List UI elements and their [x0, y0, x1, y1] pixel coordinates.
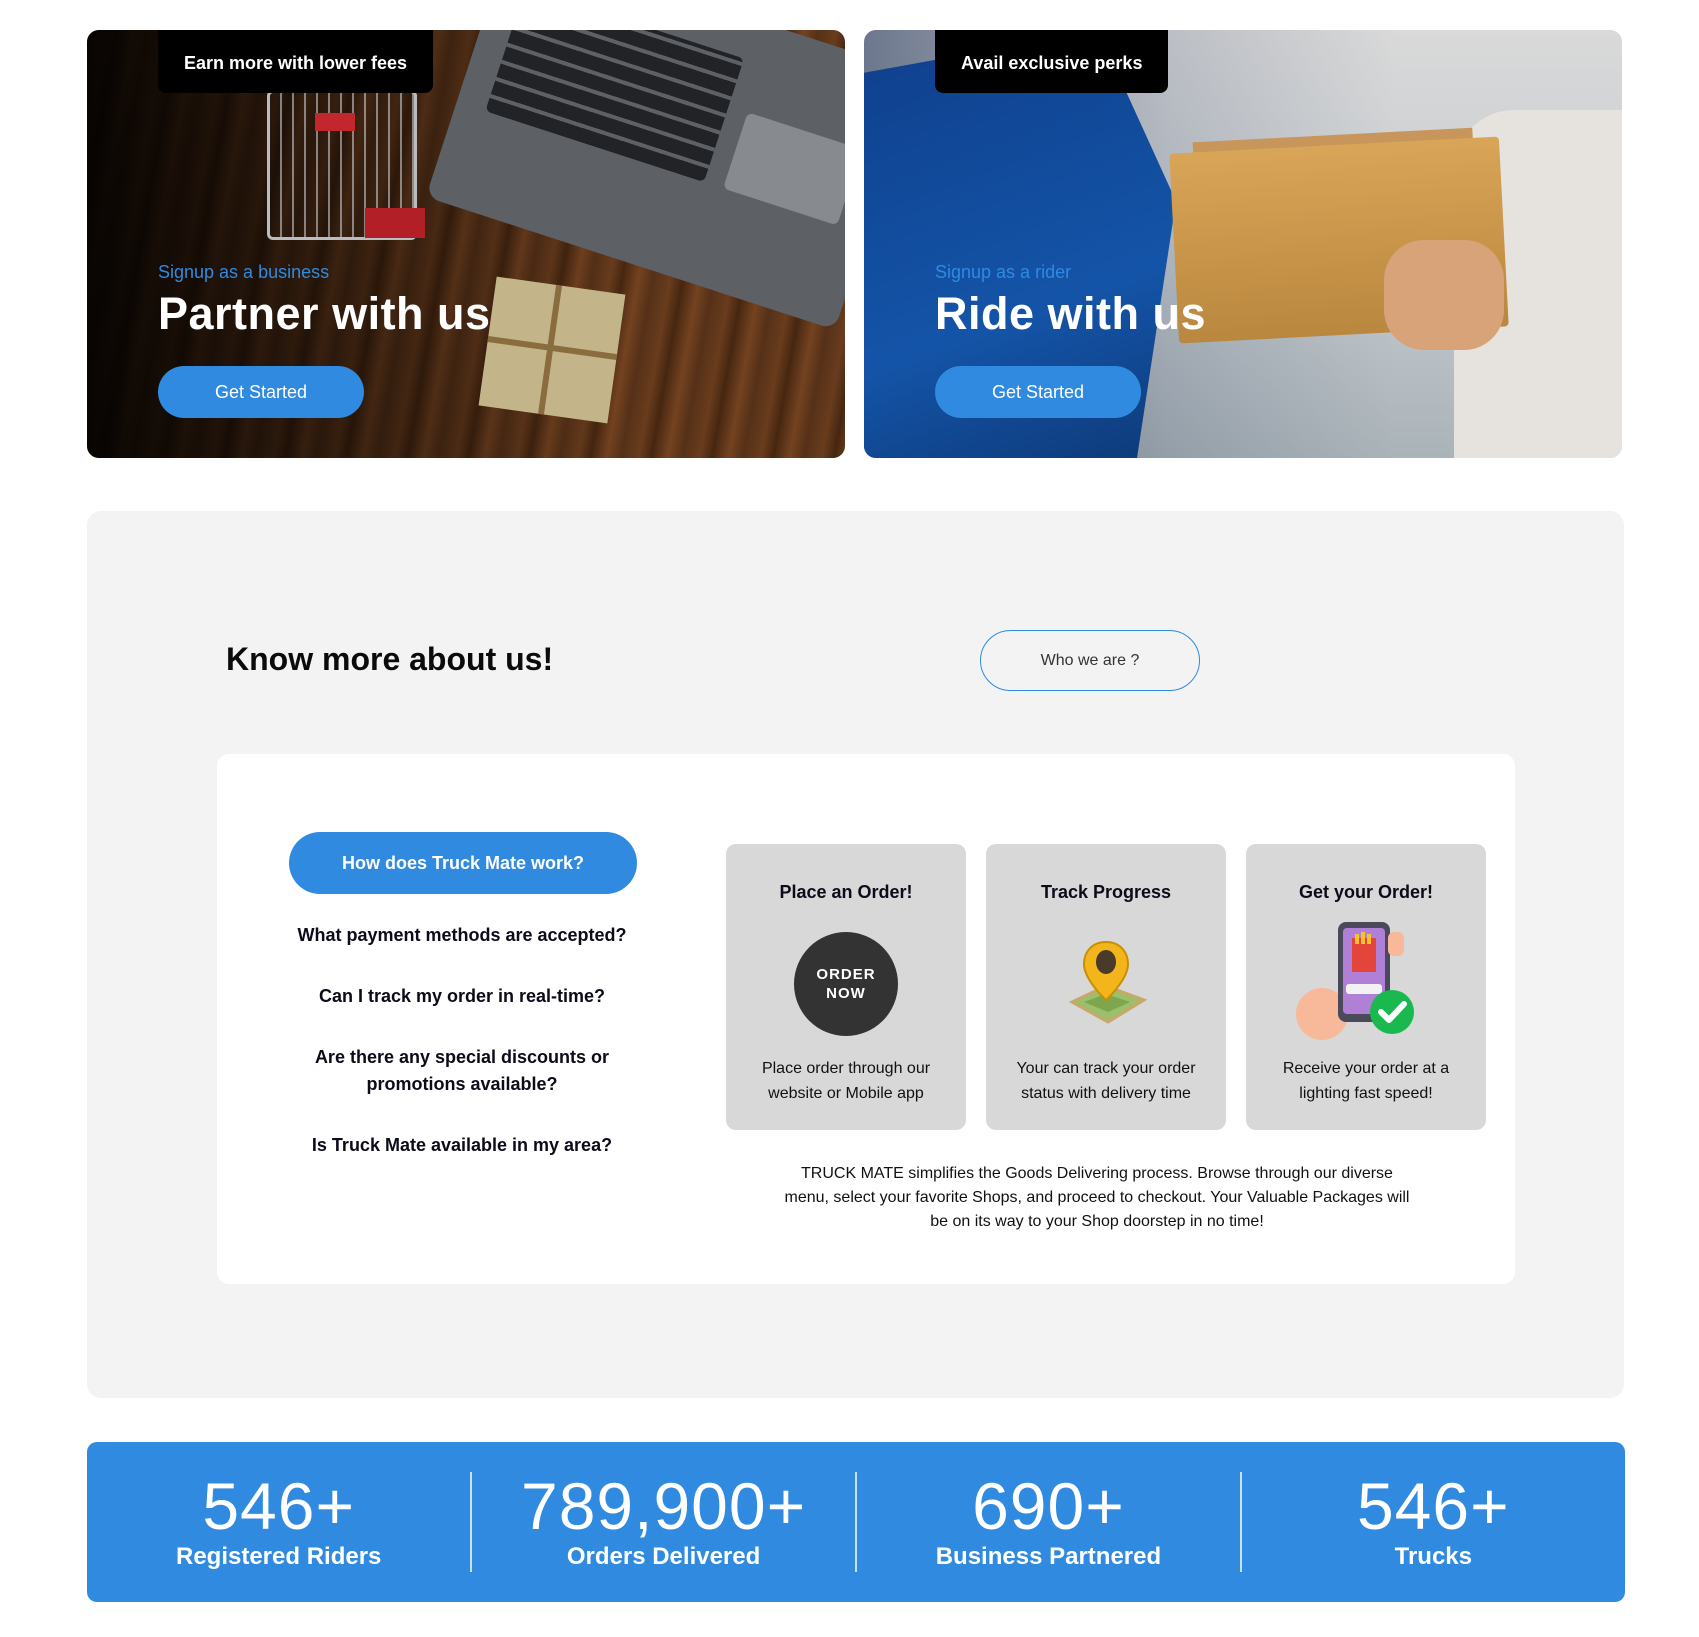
rider-card: Avail exclusive perks Signup as a rider …: [864, 30, 1622, 458]
partner-card-kicker: Signup as a business: [158, 262, 330, 282]
about-heading: Know more about us!: [226, 641, 554, 677]
order-now-badge-icon: ORDER NOW: [794, 932, 898, 1036]
step-card-track-progress: Track Progress Your can track your order…: [986, 844, 1226, 1130]
partner-card: Earn more with lower fees Signup as a bu…: [87, 30, 845, 458]
rider-card-tab: Avail exclusive perks: [935, 30, 1169, 93]
rider-card-kicker: Signup as a rider: [935, 262, 1072, 282]
partner-get-started-button[interactable]: Get Started: [158, 366, 364, 418]
order-badge-text-line-1: ORDER: [816, 966, 876, 983]
stat-business-partnered: 690+ Business Partnered: [857, 1473, 1240, 1571]
partner-card-title: Partner with us: [158, 288, 491, 339]
map-pin-icon: [1054, 932, 1158, 1036]
steps-row: Place an Order! ORDER NOW Place order th…: [726, 844, 1486, 1130]
stat-label: Business Partnered: [935, 1543, 1162, 1570]
order-badge-text-line-2: NOW: [826, 985, 866, 1002]
who-we-are-button[interactable]: Who we are ?: [980, 630, 1200, 691]
step-description: Your can track your order status with de…: [1016, 1060, 1196, 1102]
faq-item-how-it-works[interactable]: How does Truck Mate work?: [289, 832, 637, 894]
step-card-place-order: Place an Order! ORDER NOW Place order th…: [726, 844, 966, 1130]
step-title: Place an Order!: [779, 882, 913, 902]
partner-card-tab: Earn more with lower fees: [158, 30, 434, 93]
phone-checkmark-icon: [1296, 922, 1418, 1040]
step-description: Receive your order at a lighting fast sp…: [1282, 1060, 1450, 1102]
faq-item-discounts[interactable]: Are there any special discounts or promo…: [287, 1044, 637, 1098]
how-it-works-panel: How does Truck Mate work? What payment m…: [217, 754, 1515, 1284]
stat-label: Orders Delivered: [566, 1543, 761, 1570]
stat-number: 789,900+: [521, 1469, 807, 1543]
rider-get-started-button[interactable]: Get Started: [935, 366, 1141, 418]
stat-orders-delivered: 789,900+ Orders Delivered: [472, 1473, 855, 1571]
faq-item-availability[interactable]: Is Truck Mate available in my area?: [287, 1132, 637, 1159]
stat-number: 546+: [1356, 1469, 1510, 1543]
faq-item-track-order[interactable]: Can I track my order in real-time?: [287, 983, 637, 1010]
about-description: TRUCK MATE simplifies the Goods Deliveri…: [784, 1165, 1410, 1230]
step-title: Track Progress: [1040, 882, 1172, 902]
stat-registered-riders: 546+ Registered Riders: [87, 1473, 470, 1571]
gift-box-illustration: [478, 276, 626, 424]
about-section: Know more about us! Who we are ? How doe…: [87, 511, 1624, 1398]
step-title: Get your Order!: [1298, 882, 1434, 902]
stat-number: 546+: [202, 1469, 356, 1543]
stat-label: Trucks: [1394, 1543, 1472, 1570]
stats-bar: 546+ Registered Riders 789,900+ Orders D…: [87, 1442, 1625, 1602]
shopping-cart-illustration: [267, 90, 425, 240]
step-card-get-order: Get your Order! Receive your order at a …: [1246, 844, 1486, 1130]
rider-card-title: Ride with us: [935, 288, 1207, 339]
faq-list: What payment methods are accepted? Can I…: [287, 922, 637, 1193]
stat-label: Registered Riders: [175, 1543, 382, 1570]
hand-illustration: [1384, 240, 1504, 350]
faq-item-payment-methods[interactable]: What payment methods are accepted?: [287, 922, 637, 949]
step-description: Place order through our website or Mobil…: [761, 1060, 931, 1102]
stat-trucks: 546+ Trucks: [1242, 1473, 1625, 1571]
stat-number: 690+: [972, 1469, 1125, 1543]
